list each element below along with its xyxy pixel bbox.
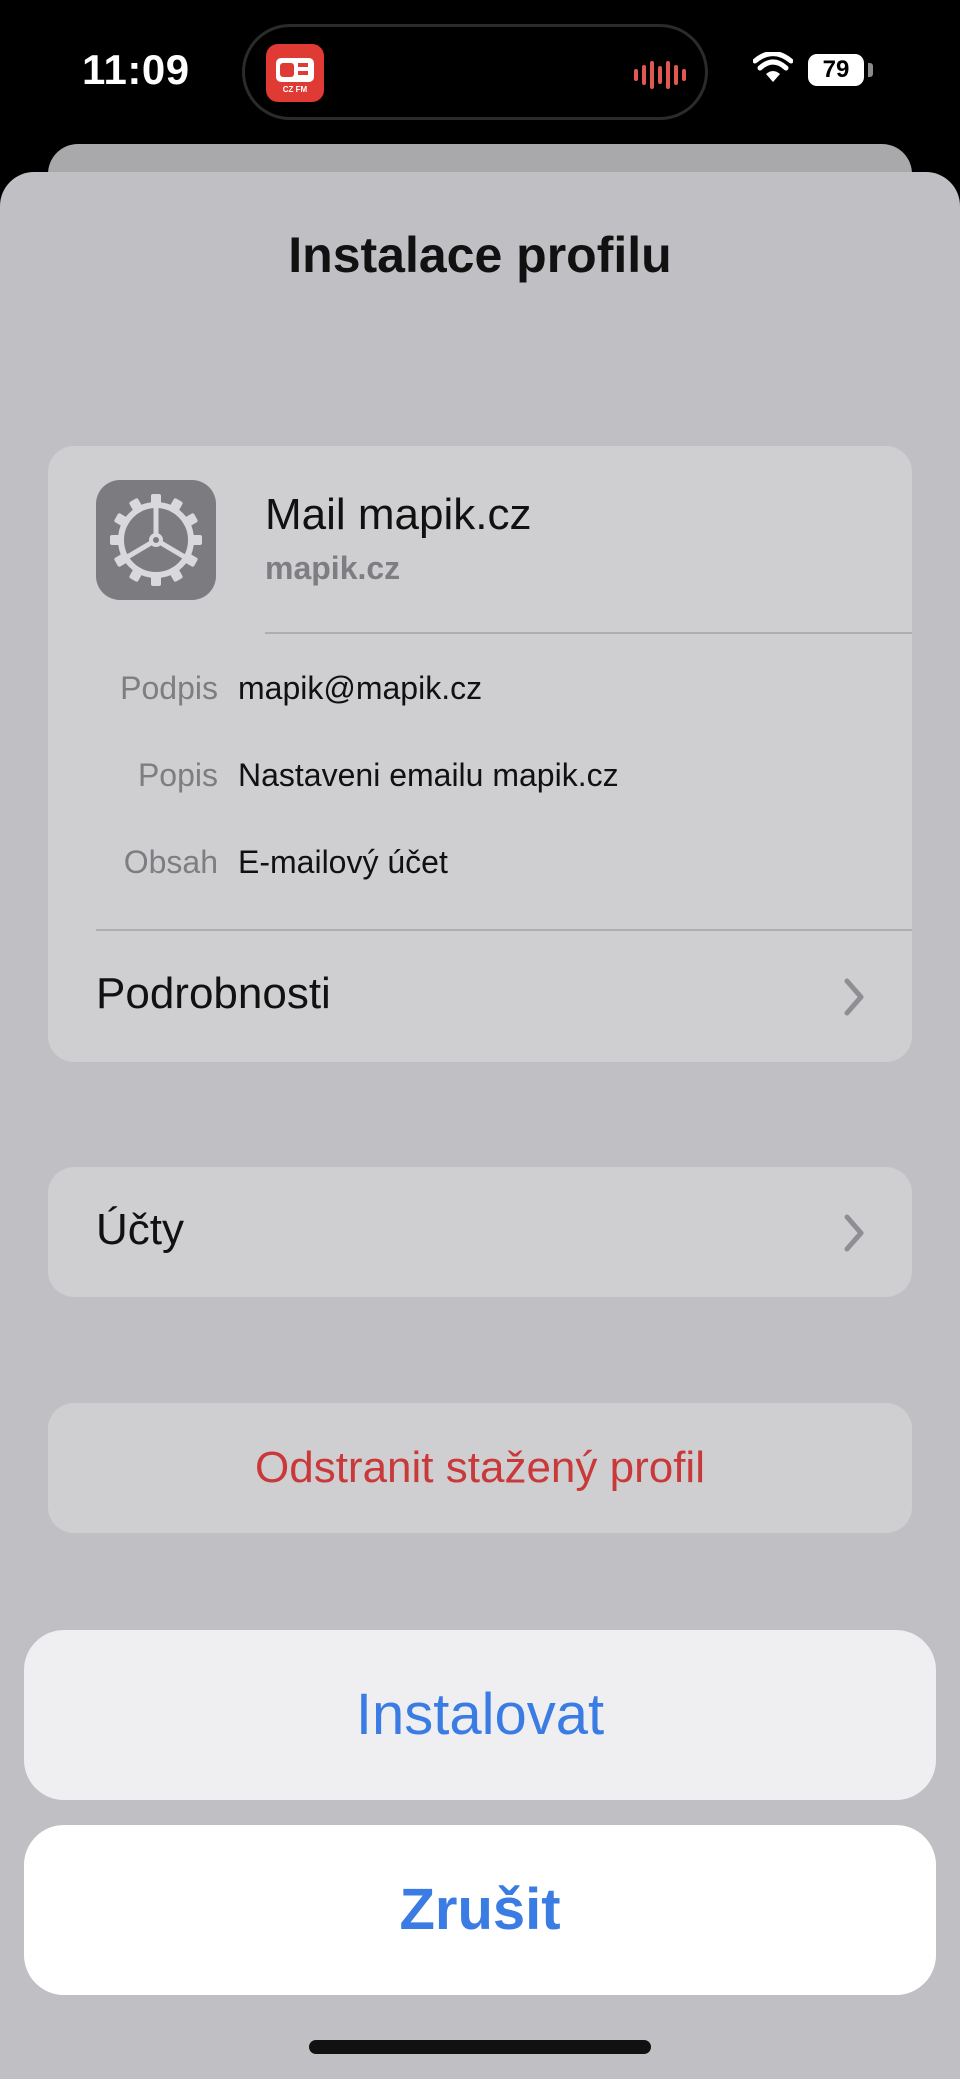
profile-name: Mail mapik.cz xyxy=(265,490,532,539)
battery-indicator: 79 xyxy=(808,54,864,86)
contains-label: Obsah xyxy=(123,844,218,880)
accounts-label: Účty xyxy=(96,1205,184,1254)
radio-app-icon[interactable]: CZ FM xyxy=(266,44,324,102)
home-indicator[interactable] xyxy=(309,2040,651,2054)
details-row[interactable]: Podrobnosti xyxy=(48,931,912,1062)
description-value: Nastaveni emailu mapik.cz xyxy=(238,757,619,793)
radio-app-label: CZ FM xyxy=(282,85,308,94)
accounts-row[interactable]: Účty xyxy=(48,1167,912,1297)
battery-cap xyxy=(868,63,873,77)
dynamic-island[interactable]: CZ FM xyxy=(242,24,708,120)
chevron-right-icon xyxy=(844,978,864,1016)
contains-value: E-mailový účet xyxy=(238,844,448,880)
description-label: Popis xyxy=(137,757,218,793)
remove-profile-label: Odstranit stažený profil xyxy=(255,1443,705,1492)
audio-waveform-icon xyxy=(634,61,686,89)
gear-icon xyxy=(96,480,216,600)
install-button[interactable]: Instalovat xyxy=(24,1630,936,1800)
remove-profile-button[interactable]: Odstranit stažený profil xyxy=(48,1403,912,1533)
cancel-button[interactable]: Zrušit xyxy=(24,1825,936,1995)
status-bar: 11:09 CZ FM 79 xyxy=(0,0,960,140)
profile-domain: mapik.cz xyxy=(265,550,401,586)
signed-label: Podpis xyxy=(120,670,218,706)
wifi-icon xyxy=(753,52,793,82)
signed-value: mapik@mapik.cz xyxy=(238,670,483,706)
status-time: 11:09 xyxy=(82,46,190,93)
details-label: Podrobnosti xyxy=(96,969,331,1018)
profile-card: Mail mapik.cz mapik.cz Podpis mapik@mapi… xyxy=(48,446,912,1062)
page-title: Instalace profilu xyxy=(288,227,672,283)
divider xyxy=(265,632,912,634)
chevron-right-icon xyxy=(844,1214,864,1252)
